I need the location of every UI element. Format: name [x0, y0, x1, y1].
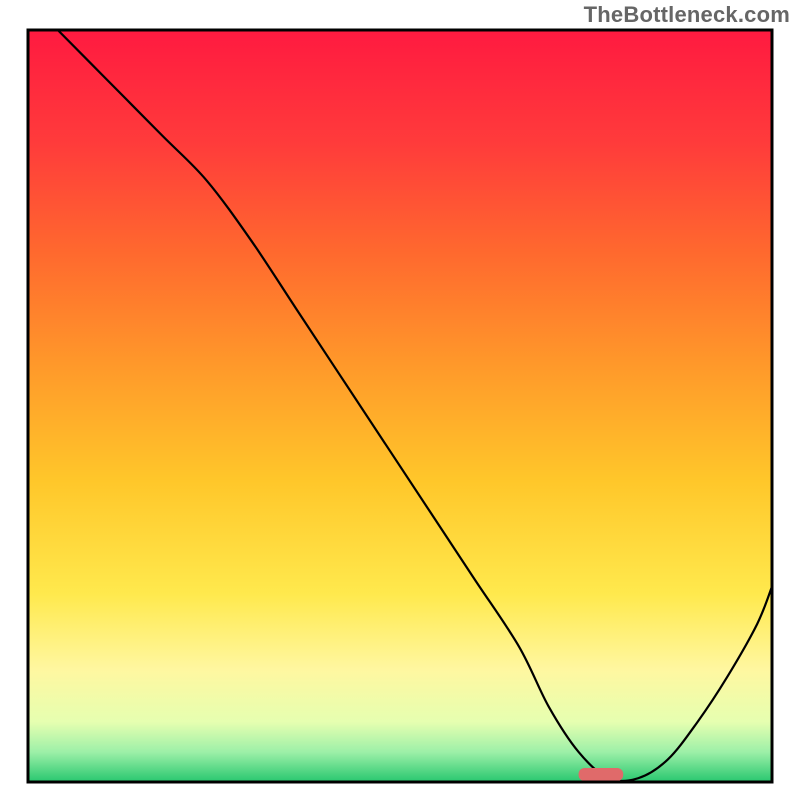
chart-container: TheBottleneck.com [0, 0, 800, 800]
optimum-marker [579, 768, 624, 781]
watermark-label: TheBottleneck.com [584, 2, 790, 28]
bottleneck-curve-chart [0, 0, 800, 800]
plot-area [28, 30, 772, 782]
gradient-background [28, 30, 772, 782]
